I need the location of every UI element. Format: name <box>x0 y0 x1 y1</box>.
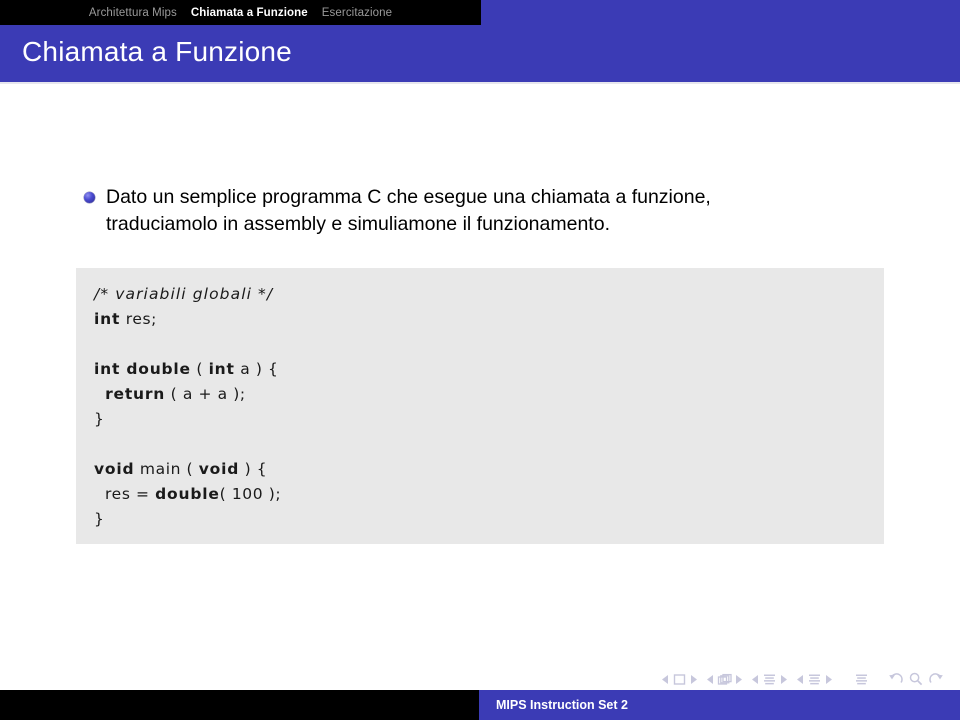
next-slide-icon[interactable] <box>691 674 697 684</box>
code-text: ( <box>190 360 209 378</box>
code-text: } <box>94 410 105 428</box>
toc-group <box>854 673 869 686</box>
section-navigation-group <box>797 673 832 686</box>
navbar-section-list: Architettura Mips Chiamata a Funzione Es… <box>0 0 481 25</box>
history-group <box>888 672 944 686</box>
code-keyword-int-param: int <box>208 360 235 378</box>
footer-title: MIPS Instruction Set 2 <box>496 698 628 712</box>
bullet-text: Dato un semplice programma C che esegue … <box>106 186 711 235</box>
code-keyword-int-double: int double <box>94 360 191 378</box>
next-frame-icon[interactable] <box>736 674 742 684</box>
back-icon[interactable] <box>888 672 904 686</box>
code-listing: /* variabili globali */ int res; int dou… <box>76 282 299 532</box>
code-keyword-return: return <box>105 385 166 403</box>
nav-item-architettura-mips[interactable]: Architettura Mips <box>89 7 177 19</box>
list-item: Dato un semplice programma C che esegue … <box>84 184 804 238</box>
prev-slide-icon[interactable] <box>662 674 668 684</box>
code-text: a ) { <box>234 360 279 378</box>
code-keyword-int: int <box>94 310 121 328</box>
section-icon[interactable] <box>807 673 822 686</box>
next-subsection-icon[interactable] <box>781 674 787 684</box>
toc-icon[interactable] <box>854 673 869 686</box>
footer-left-strip <box>0 690 479 720</box>
prev-section-icon[interactable] <box>797 674 803 684</box>
ball-bullet-icon <box>84 192 95 203</box>
code-text: } <box>94 510 105 528</box>
page-title: Chiamata a Funzione <box>22 36 292 67</box>
bullet-list: Dato un semplice programma C che esegue … <box>84 184 804 238</box>
code-keyword-double-call: double <box>155 485 220 503</box>
slide-content: Dato un semplice programma C che esegue … <box>0 84 960 664</box>
slide-navigation-group <box>662 673 697 686</box>
slide-footer: MIPS Instruction Set 2 <box>0 690 960 720</box>
subsection-icon[interactable] <box>762 673 777 686</box>
code-block: /* variabili globali */ int res; int dou… <box>76 268 884 544</box>
code-text: ) { <box>239 460 268 478</box>
next-section-icon[interactable] <box>826 674 832 684</box>
nav-item-esercitazione[interactable]: Esercitazione <box>322 7 392 19</box>
code-text: main ( <box>134 460 199 478</box>
prev-frame-icon[interactable] <box>707 674 713 684</box>
code-text: ( 100 ); <box>219 485 282 503</box>
subsection-navigation-group <box>752 673 787 686</box>
prev-subsection-icon[interactable] <box>752 674 758 684</box>
nav-item-chiamata-a-funzione[interactable]: Chiamata a Funzione <box>191 7 308 19</box>
code-comment: /* variabili globali */ <box>94 285 274 303</box>
slide-icon[interactable] <box>672 673 687 686</box>
frame-icon[interactable] <box>717 673 732 686</box>
slide-title-bar: Chiamata a Funzione <box>0 25 960 82</box>
code-text: ( a + a ); <box>165 385 246 403</box>
frame-navigation-group <box>707 673 742 686</box>
code-text: res; <box>120 310 157 328</box>
forward-icon[interactable] <box>928 672 944 686</box>
code-text: res = <box>94 485 156 503</box>
beamer-navigation-symbols[interactable] <box>662 672 944 686</box>
miniframe-navigation-bar: Architettura Mips Chiamata a Funzione Es… <box>0 0 960 25</box>
code-keyword-void: void <box>94 460 135 478</box>
code-keyword-void-param: void <box>198 460 240 478</box>
search-icon[interactable] <box>908 672 924 686</box>
